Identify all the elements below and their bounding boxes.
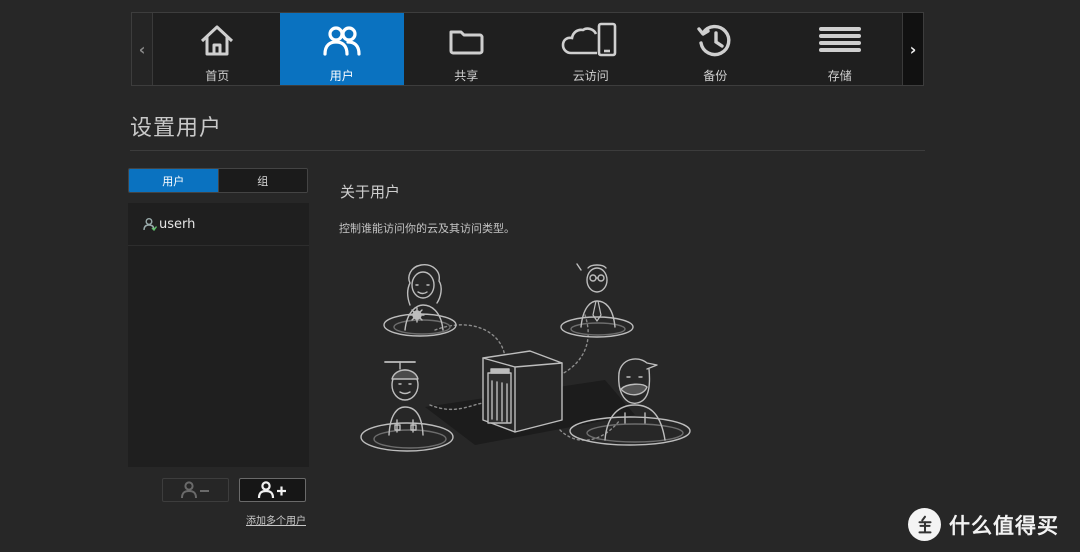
nav-item-storage[interactable]: 存储 (778, 13, 903, 85)
nav-prev-button[interactable]: ‹ (132, 13, 153, 85)
nav-item-shares[interactable]: 共享 (404, 13, 529, 85)
nav-item-users[interactable]: 用户 (279, 13, 404, 85)
nav-item-label: 共享 (454, 69, 479, 83)
users-illustration (360, 263, 691, 452)
watermark: 什么值得买 (908, 508, 1059, 541)
list-item[interactable]: userh (128, 203, 309, 246)
top-nav: ‹ 首页 用户 共享 云访问 备份 存储 › (131, 12, 924, 86)
nav-item-cloud-access[interactable]: 云访问 (529, 13, 654, 85)
watermark-text: 什么值得买 (949, 513, 1059, 538)
user-list: userh (128, 203, 309, 467)
add-user-button[interactable] (239, 478, 306, 502)
nav-item-home[interactable]: 首页 (155, 13, 280, 85)
add-multiple-users-link[interactable]: 添加多个用户 (246, 512, 306, 527)
users-icon (323, 26, 361, 56)
about-users-heading: 关于用户 (340, 183, 401, 201)
remove-user-icon (180, 481, 209, 499)
nav-item-label: 备份 (703, 69, 728, 83)
history-icon (697, 24, 731, 57)
user-name: userh (159, 216, 196, 232)
about-users-description: 控制谁能访问你的云及其访问类型。 (339, 222, 515, 235)
nav-item-label: 存储 (827, 69, 852, 83)
tab-users[interactable]: 用户 (129, 169, 218, 192)
nav-item-label: 用户 (329, 69, 354, 83)
storage-icon (818, 27, 861, 52)
chevron-right-icon: › (909, 39, 917, 59)
home-icon (201, 25, 234, 56)
users-groups-toggle: 用户 组 (128, 168, 308, 193)
tab-groups[interactable]: 组 (217, 169, 307, 192)
page-title: 设置用户 (130, 116, 223, 141)
add-user-icon (257, 481, 286, 499)
zhi-logo-icon (908, 508, 941, 541)
nav-next-button[interactable]: › (902, 13, 923, 85)
nav-item-label: 首页 (205, 69, 230, 83)
nav-item-backup[interactable]: 备份 (653, 13, 778, 85)
user-icon (143, 218, 157, 231)
cloud-phone-icon (561, 22, 617, 57)
divider (130, 150, 925, 151)
chevron-left-icon: ‹ (138, 39, 146, 59)
folder-icon (449, 30, 484, 55)
nav-item-label: 云访问 (572, 69, 609, 83)
remove-user-button[interactable] (162, 478, 229, 502)
